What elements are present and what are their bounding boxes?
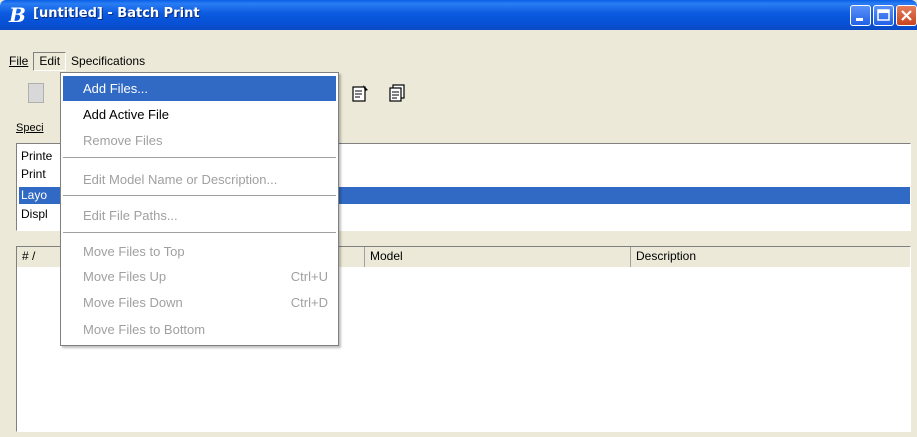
close-icon bbox=[901, 10, 912, 21]
menu-edit[interactable]: Edit bbox=[33, 52, 67, 71]
properties-icon[interactable] bbox=[351, 83, 371, 103]
minimize-button[interactable] bbox=[850, 5, 871, 26]
menu-specifications[interactable]: Specifications bbox=[66, 52, 150, 71]
menu-item-move-files-down[interactable]: Move Files Down Ctrl+D bbox=[63, 290, 336, 315]
menu-item-label: Edit Model Name or Description... bbox=[83, 172, 278, 187]
menu-item-label: Move Files to Bottom bbox=[83, 322, 206, 337]
menu-file-label: File bbox=[9, 54, 29, 68]
menu-separator bbox=[63, 232, 336, 234]
column-header-description[interactable]: Description bbox=[631, 247, 910, 267]
menu-item-move-files-top[interactable]: Move Files to Top bbox=[63, 239, 336, 264]
maximize-icon bbox=[877, 9, 890, 21]
menu-item-label: Remove Files bbox=[83, 133, 163, 148]
menu-separator bbox=[63, 157, 336, 159]
menu-item-label: Add Files... bbox=[83, 81, 149, 96]
menu-specifications-label: Specifications bbox=[71, 54, 146, 68]
svg-text:B: B bbox=[8, 5, 26, 25]
new-document-icon[interactable] bbox=[28, 83, 44, 103]
window-title: [untitled] - Batch Print bbox=[33, 6, 200, 21]
menu-item-move-files-up[interactable]: Move Files Up Ctrl+U bbox=[63, 264, 336, 289]
minimize-icon bbox=[856, 18, 863, 21]
menu-item-shortcut: Ctrl+D bbox=[290, 295, 328, 310]
menu-item-remove-files[interactable]: Remove Files bbox=[63, 128, 336, 153]
column-header-model[interactable]: Model bbox=[365, 247, 631, 267]
menu-item-label: Add Active File bbox=[83, 107, 169, 122]
menu-item-add-files[interactable]: Add Files... bbox=[63, 76, 336, 101]
menu-bar: File Edit Specifications bbox=[4, 52, 150, 72]
menu-item-add-active-file[interactable]: Add Active File bbox=[63, 102, 336, 127]
menu-edit-label: Edit bbox=[39, 54, 61, 68]
menu-item-shortcut: Ctrl+U bbox=[290, 269, 328, 284]
menu-item-label: Move Files Down bbox=[83, 295, 183, 310]
menu-item-edit-file-paths[interactable]: Edit File Paths... bbox=[63, 203, 336, 228]
title-bar[interactable]: B [untitled] - Batch Print bbox=[0, 0, 917, 30]
menu-item-move-files-bottom[interactable]: Move Files to Bottom bbox=[63, 317, 336, 342]
menu-item-label: Move Files Up bbox=[83, 269, 167, 284]
menu-file[interactable]: File bbox=[4, 52, 33, 71]
menu-item-edit-model-name[interactable]: Edit Model Name or Description... bbox=[63, 167, 336, 192]
menu-separator bbox=[63, 195, 336, 197]
menu-item-label: Move Files to Top bbox=[83, 244, 185, 259]
bentley-b-icon: B bbox=[8, 5, 26, 25]
maximize-button[interactable] bbox=[873, 5, 894, 26]
menu-item-label: Edit File Paths... bbox=[83, 208, 178, 223]
specifications-label: Speci bbox=[16, 122, 44, 134]
copy-pages-icon[interactable] bbox=[387, 83, 407, 103]
edit-menu-dropdown: Add Files... Add Active File Remove File… bbox=[60, 72, 339, 346]
close-button[interactable] bbox=[896, 5, 917, 26]
